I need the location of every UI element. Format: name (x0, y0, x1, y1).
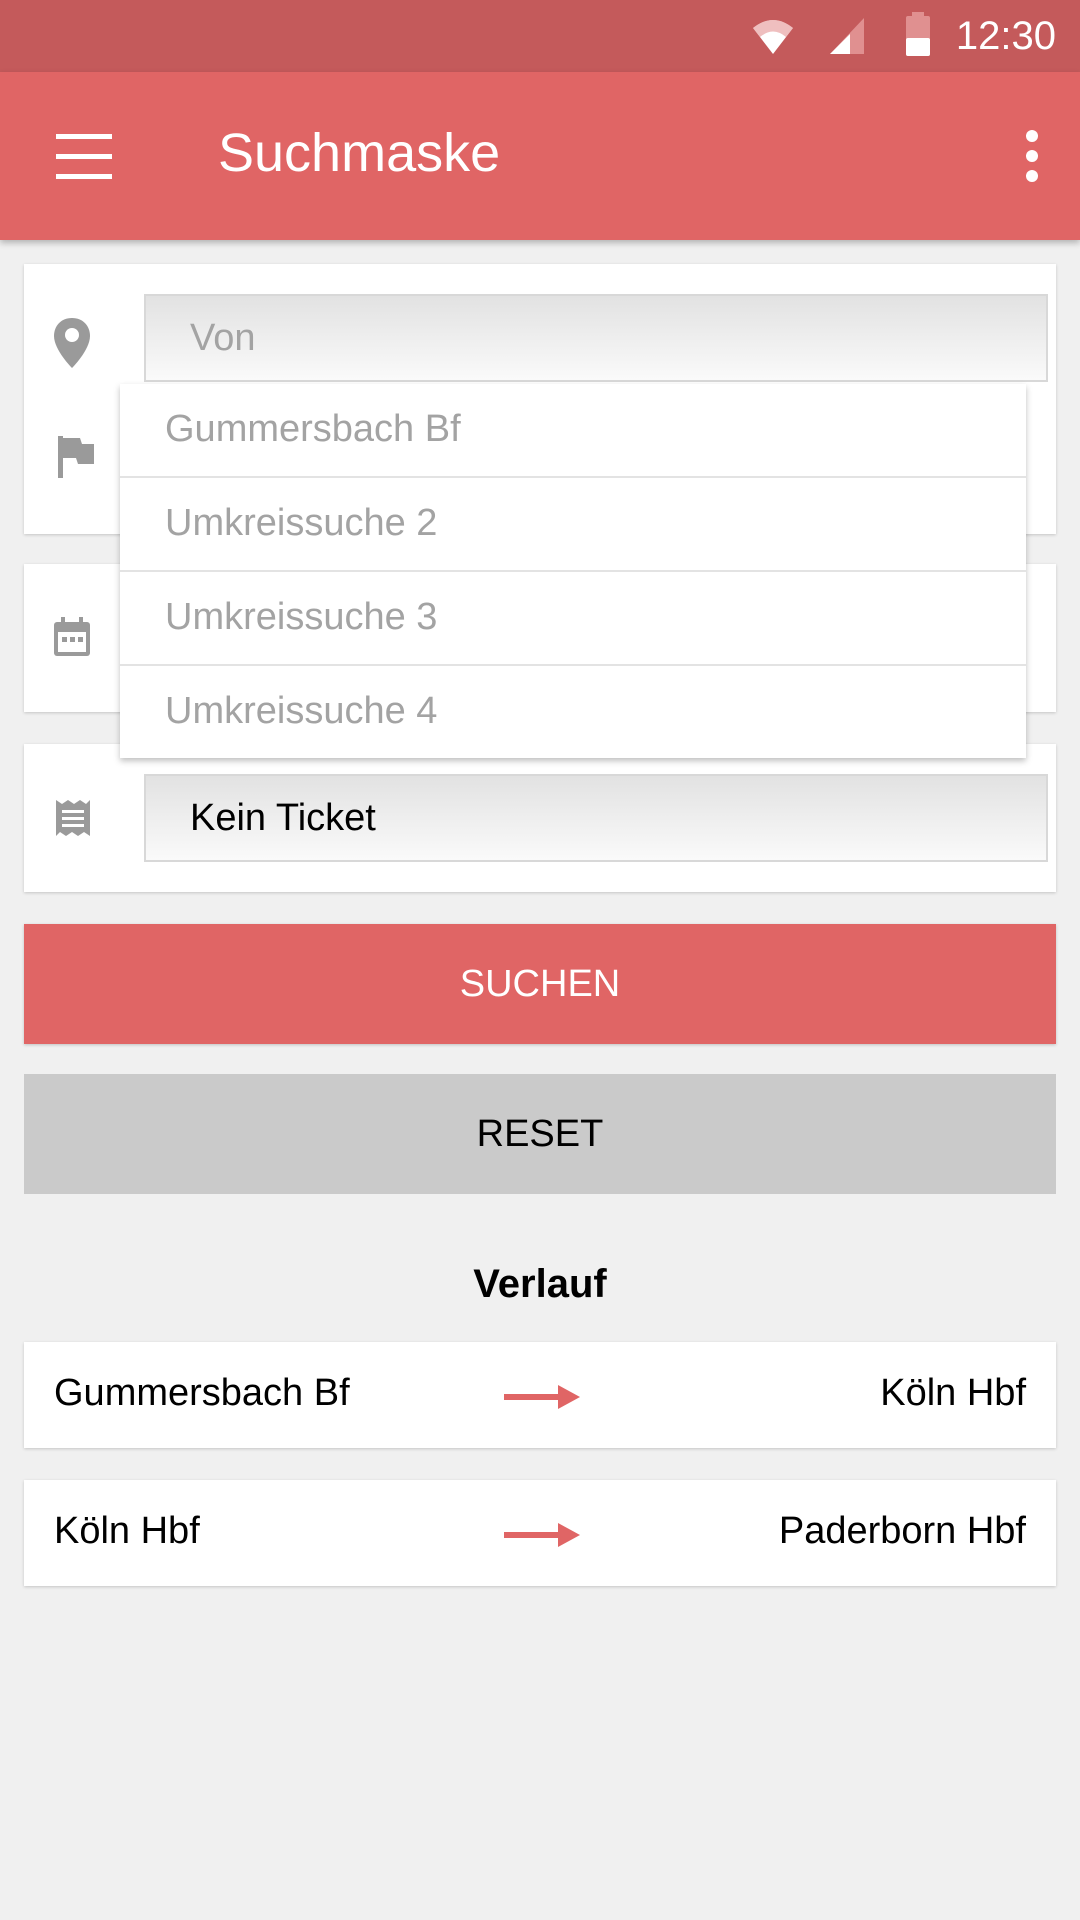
status-time: 12:30 (955, 14, 1056, 58)
history-to: Paderborn Hbf (778, 1510, 1026, 1552)
calendar-icon (54, 617, 90, 656)
history-item[interactable]: Köln Hbf Paderborn Hbf (24, 1480, 1056, 1586)
flag-icon (58, 436, 94, 478)
menu-icon[interactable] (56, 134, 112, 179)
suggestion-item[interactable]: Umkreissuche 3 (120, 572, 1026, 666)
arrow-right-icon (504, 1523, 580, 1547)
reset-button[interactable]: RESET (24, 1074, 1056, 1194)
suggestion-item[interactable]: Umkreissuche 4 (120, 666, 1026, 758)
status-bar: 12:30 (0, 0, 1080, 72)
battery-icon (906, 12, 930, 56)
history-from: Gummersbach Bf (54, 1372, 350, 1414)
ticket-card: Kein Ticket (24, 744, 1056, 892)
history-from: Köln Hbf (54, 1510, 200, 1552)
wifi-icon (753, 20, 793, 54)
suggestion-item[interactable]: Umkreissuche 2 (120, 478, 1026, 572)
history-heading: Verlauf (473, 1262, 607, 1306)
location-pin-icon (54, 318, 90, 368)
history-item[interactable]: Gummersbach Bf Köln Hbf (24, 1342, 1056, 1448)
more-vert-icon[interactable] (1024, 130, 1040, 182)
suggestion-item[interactable]: Gummersbach Bf (120, 384, 1026, 478)
ticket-icon (56, 800, 90, 836)
signal-icon (830, 18, 864, 54)
page-title: Suchmaske (218, 123, 501, 183)
app-bar: Suchmaske (0, 72, 1080, 240)
search-button[interactable]: SUCHEN (24, 924, 1056, 1044)
arrow-right-icon (504, 1385, 580, 1409)
ticket-select[interactable]: Kein Ticket (144, 774, 1048, 862)
history-to: Köln Hbf (880, 1372, 1026, 1414)
autocomplete-dropdown: Gummersbach Bf Umkreissuche 2 Umkreissuc… (120, 384, 1026, 758)
from-input[interactable]: Von (144, 294, 1048, 382)
